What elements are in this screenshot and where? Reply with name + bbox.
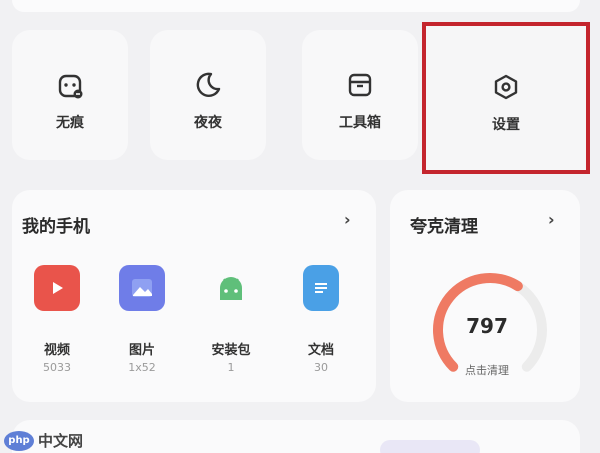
app-video-count: 5033 [43, 361, 71, 374]
app-documents-name: 文档 [307, 343, 334, 358]
app-documents-count: 30 [314, 361, 328, 374]
bottom-card-edge [12, 420, 580, 453]
app-documents[interactable]: 文档 30 [290, 265, 352, 374]
settings-icon [489, 70, 523, 104]
incognito-icon [53, 68, 87, 102]
settings-label: 设置 [492, 117, 520, 133]
my-phone-chevron-icon[interactable]: › [344, 210, 351, 229]
cleaner-label: 点击清理 [465, 364, 509, 377]
app-images-name: 图片 [128, 343, 155, 358]
video-icon [34, 265, 80, 311]
toolbox-icon [343, 68, 377, 102]
moon-icon [191, 68, 225, 102]
toolbox-button[interactable]: 工具箱 [302, 30, 418, 160]
cleaner-title: 夸克清理 [410, 217, 478, 237]
night-mode-label: 夜夜 [194, 115, 222, 131]
watermark-logo: php [4, 430, 34, 451]
app-packages-name: 安装包 [211, 343, 251, 358]
image-icon [119, 265, 165, 311]
bottom-pill[interactable] [380, 440, 480, 453]
settings-button[interactable]: 设置 [422, 22, 590, 174]
android-icon [208, 265, 254, 311]
incognito-label: 无痕 [56, 115, 84, 131]
cleaner-chevron-icon[interactable]: › [548, 210, 555, 229]
my-phone-title: 我的手机 [22, 217, 90, 237]
watermark: php 中文网 [4, 430, 83, 451]
cleaner-value: 797 [466, 314, 508, 338]
night-mode-button[interactable]: 夜夜 [150, 30, 266, 160]
app-images-count: 1x52 [128, 361, 156, 374]
app-video-name: 视频 [43, 343, 70, 358]
app-images[interactable]: 图片 1x52 [111, 265, 173, 374]
document-icon [303, 265, 339, 311]
toolbox-label: 工具箱 [339, 115, 381, 131]
app-packages[interactable]: 安装包 1 [200, 265, 262, 374]
incognito-button[interactable]: 无痕 [12, 30, 128, 160]
top-card-edge [12, 0, 580, 12]
app-packages-count: 1 [227, 361, 235, 374]
watermark-text: 中文网 [38, 432, 84, 450]
app-video[interactable]: 视频 5033 [26, 265, 88, 374]
